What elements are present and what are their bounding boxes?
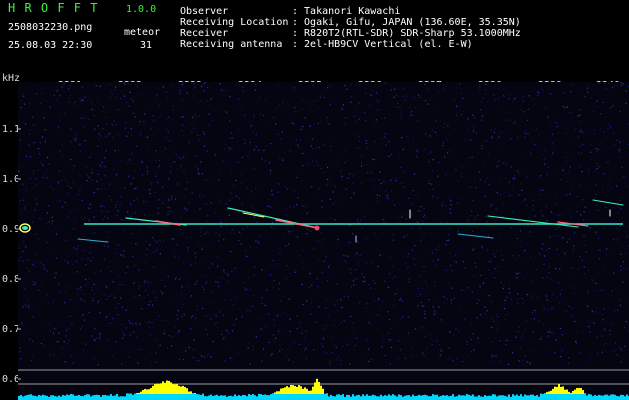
receiver-value: : R820T2(RTL-SDR) SDR-Sharp 53.1000MHz [292, 28, 521, 39]
location-label: Receiving Location [180, 17, 289, 28]
observer-label: Observer [180, 6, 229, 17]
meteor-label: meteor [124, 27, 161, 38]
datetime: 25.08.03 22:30 [8, 40, 93, 51]
app-title: H R O F F T [8, 1, 99, 15]
antenna-label: Receiving antenna [180, 39, 283, 50]
location-value: : Ogaki, Gifu, JAPAN (136.60E, 35.35N) [292, 17, 521, 28]
filename: 2508032230.png [8, 22, 93, 33]
antenna-value: : 2el-HB9CV Vertical (el. E-W) [292, 39, 473, 50]
observer-value: : Takanori Kawachi [292, 6, 401, 17]
signal-level-trace [18, 378, 629, 400]
spectrogram [18, 82, 629, 400]
spectrogram-canvas [18, 82, 629, 400]
meteor-count: 31 [140, 40, 153, 51]
app-version: 1.0.0 [126, 4, 157, 15]
receiver-label: Receiver [180, 28, 229, 39]
